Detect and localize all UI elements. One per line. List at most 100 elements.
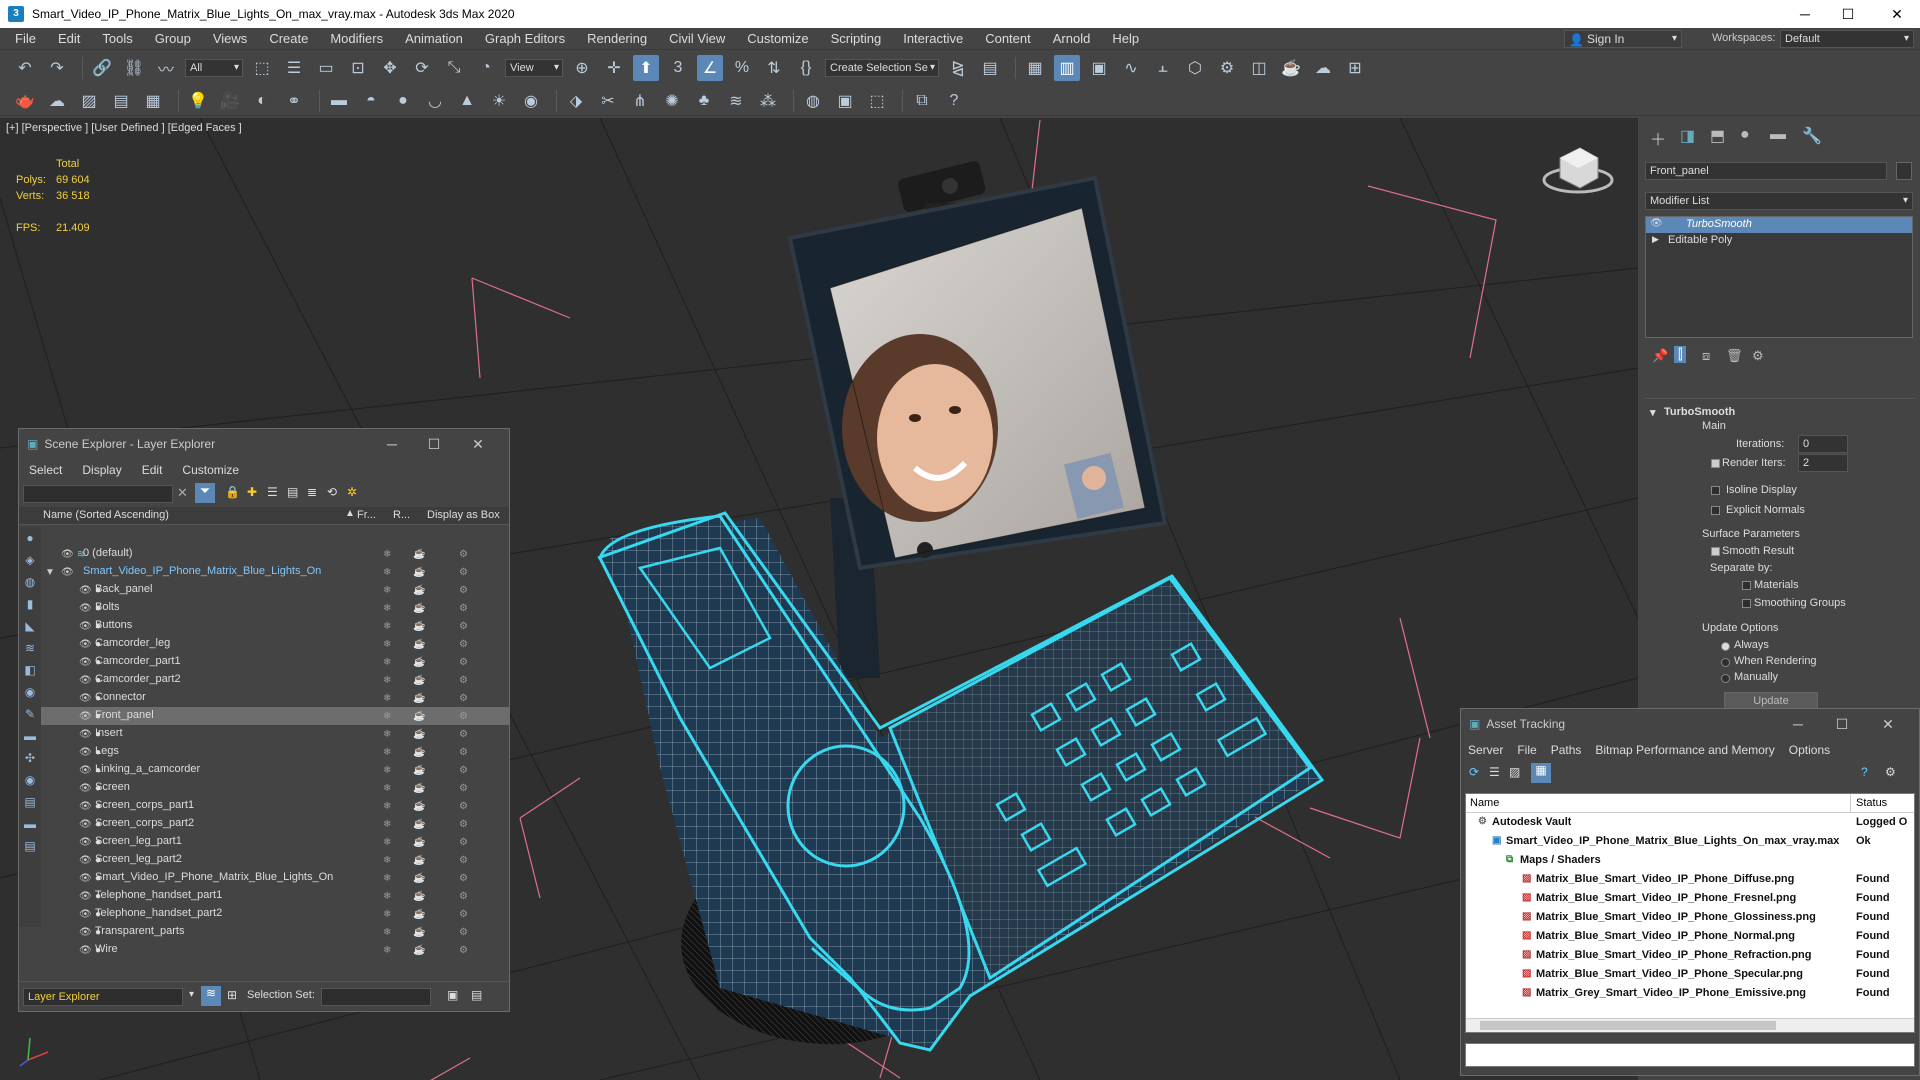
render-icon[interactable]: ☕ [413, 675, 425, 686]
scale-icon[interactable]: ⤡ [441, 55, 467, 81]
freeze-icon[interactable]: ❄ [383, 891, 391, 902]
a360-gallery-icon[interactable]: ⊞ [1342, 55, 1368, 81]
render-icon[interactable]: ☕ [413, 909, 425, 920]
layer-row[interactable]: 👁 ● Transparent_parts ❄ ☕ ⚙ [41, 923, 509, 941]
menu-arnold[interactable]: Arnold [1042, 31, 1102, 46]
menu-group[interactable]: Group [144, 31, 202, 46]
pin-stack-icon[interactable]: 📌 [1652, 348, 1668, 364]
layers-mode-icon[interactable]: ≋ [201, 986, 221, 1006]
collapse-arrow-icon[interactable]: ▼ [45, 567, 55, 578]
layer-row[interactable]: 👁 ● Linking_a_camcorder ❄ ☕ ⚙ [41, 761, 509, 779]
asset-row[interactable]: ▨ Matrix_Blue_Smart_Video_IP_Phone_Specul… [1466, 965, 1914, 984]
rect-selection-icon[interactable]: ▭ [313, 55, 339, 81]
box-icon[interactable]: ⚙ [459, 639, 468, 650]
freeze-icon[interactable]: ❄ [383, 927, 391, 938]
freeze-icon[interactable]: ❄ [383, 765, 391, 776]
visibility-eye-icon[interactable]: 👁 [79, 747, 92, 758]
schematic-view-icon[interactable]: ⫠ [1150, 55, 1176, 81]
visibility-eye-icon[interactable]: 👁 [79, 765, 92, 776]
rollout-toggle-icon[interactable]: ▾ [1650, 406, 1656, 419]
visibility-eye-icon[interactable]: 👁 [79, 855, 92, 866]
visibility-eye-icon[interactable]: 👁 [79, 603, 92, 614]
make-unique-icon[interactable]: ⧈ [1702, 348, 1710, 364]
visibility-eye-icon[interactable]: 👁 [79, 729, 92, 740]
menu-interactive[interactable]: Interactive [892, 31, 974, 46]
display-tab-icon[interactable]: ▬ [1770, 126, 1786, 144]
help-icon[interactable]: ? [941, 88, 967, 114]
undo-icon[interactable]: ↶ [12, 55, 38, 81]
layer-row[interactable]: 👁 ● Bolts ❄ ☕ ⚙ [41, 599, 509, 617]
hierarchy-tab-icon[interactable]: ⬒ [1710, 126, 1725, 146]
sel-set-add-icon[interactable]: ▤ [471, 988, 482, 1002]
align-icon[interactable]: ▤ [977, 55, 1003, 81]
layer-row[interactable]: 👁 ● Screen_corps_part1 ❄ ☕ ⚙ [41, 797, 509, 815]
render-icon[interactable]: ☕ [413, 891, 425, 902]
help-icon[interactable]: ? [1861, 765, 1868, 779]
fur-icon[interactable]: ⋔ [627, 88, 653, 114]
filter-icon[interactable]: ⏷ [195, 483, 215, 503]
rollout-title[interactable]: TurboSmooth [1664, 406, 1735, 418]
vfb-icon[interactable]: ▣ [832, 88, 858, 114]
camera-icon[interactable]: 🎥 [217, 88, 243, 114]
visibility-eye-icon[interactable]: 👁 [61, 549, 74, 560]
asset-row[interactable]: ▣ Smart_Video_IP_Phone_Matrix_Blue_Lights… [1466, 832, 1914, 851]
unlink-icon[interactable]: ⛓ [121, 55, 147, 81]
modifier-list-dropdown[interactable]: Modifier List ▾ [1645, 192, 1913, 210]
placement-icon[interactable]: ◔ [473, 55, 499, 81]
sign-in-dropdown[interactable]: 👤 Sign In ▾ [1564, 30, 1682, 48]
render-icon[interactable]: ☕ [413, 765, 425, 776]
select-object-icon[interactable]: ⬚ [249, 55, 275, 81]
render-icon[interactable]: ☕ [413, 945, 425, 956]
freeze-icon[interactable]: ❄ [383, 693, 391, 704]
layer-row[interactable]: 👁 ● Camcorder_leg ❄ ☕ ⚙ [41, 635, 509, 653]
plane-icon[interactable]: ▬ [326, 88, 352, 114]
asset-row[interactable]: ⧉ Maps / Shaders [1466, 851, 1914, 870]
show-end-result-icon[interactable]: ⫿ [1674, 346, 1687, 363]
list-view-icon[interactable]: ☰ [1489, 765, 1500, 779]
layer-row[interactable]: 👁 ● Smart_Video_IP_Phone_Matrix_Blue_Light… [41, 869, 509, 887]
box-icon[interactable]: ⚙ [459, 675, 468, 686]
asset-path-field[interactable] [1465, 1043, 1915, 1067]
asset-row[interactable]: ▨ Matrix_Blue_Smart_Video_IP_Phone_Normal… [1466, 927, 1914, 946]
sun-icon[interactable]: ☀ [486, 88, 512, 114]
box-icon[interactable]: ⚙ [459, 657, 468, 668]
rotate-icon[interactable]: ⟳ [409, 55, 435, 81]
freeze-icon[interactable]: ❄ [383, 837, 391, 848]
layer-row[interactable]: 👁 ● Connector ❄ ☕ ⚙ [41, 689, 509, 707]
column-freeze[interactable]: Fr... [357, 509, 376, 521]
spinner-snap-icon[interactable]: ⇅ [761, 55, 787, 81]
visibility-eye-icon[interactable]: 👁 [79, 873, 92, 884]
box-icon[interactable]: ⚙ [459, 945, 468, 956]
visibility-eye-icon[interactable]: 👁 [79, 945, 92, 956]
freeze-icon[interactable]: ❄ [383, 855, 391, 866]
selection-filter-dropdown[interactable]: All [185, 59, 243, 77]
lock-icon[interactable]: 🔒 [225, 485, 240, 499]
visibility-eye-icon[interactable]: 👁 [79, 585, 92, 596]
sphere-icon[interactable]: ● [390, 88, 416, 114]
sphere-light-icon[interactable]: ◐ [249, 88, 275, 114]
se-menu-display[interactable]: Display [72, 463, 131, 477]
render-icon[interactable]: ☕ [413, 783, 425, 794]
hair-icon[interactable]: ≋ [723, 88, 749, 114]
at-menu-file[interactable]: File [1510, 743, 1543, 757]
copy-icon[interactable]: ⧉ [909, 88, 935, 114]
render-icon[interactable]: ☕ [413, 747, 425, 758]
freeze-icon[interactable]: ❄ [383, 621, 391, 632]
close-button[interactable]: ✕ [1867, 709, 1909, 739]
column-name[interactable]: Name [1470, 797, 1499, 809]
layer-row[interactable]: 👁 ● Telephone_handset_part1 ❄ ☕ ⚙ [41, 887, 509, 905]
freeze-icon[interactable]: ❄ [383, 711, 391, 722]
sel-set-edit-icon[interactable]: ▣ [447, 988, 458, 1002]
se-menu-customize[interactable]: Customize [172, 463, 249, 477]
render-icon[interactable]: ☕ [413, 567, 425, 578]
layer-row[interactable]: 👁 ● Screen ❄ ☕ ⚙ [41, 779, 509, 797]
isoline-checkbox[interactable] [1711, 486, 1720, 495]
keyboard-shortcut-override-icon[interactable]: ⬆ [633, 55, 659, 81]
box-icon[interactable]: ⚙ [459, 729, 468, 740]
render-iters-spinner[interactable]: 2 [1798, 454, 1848, 472]
workspaces-dropdown[interactable]: Default ▾ [1780, 30, 1914, 48]
layer-row[interactable]: 👁 ● Screen_leg_part1 ❄ ☕ ⚙ [41, 833, 509, 851]
render-icon[interactable]: ☕ [413, 873, 425, 884]
bind-spacewarp-icon[interactable]: 〰 [153, 55, 179, 81]
modify-tab-icon[interactable]: ◨ [1680, 126, 1695, 146]
